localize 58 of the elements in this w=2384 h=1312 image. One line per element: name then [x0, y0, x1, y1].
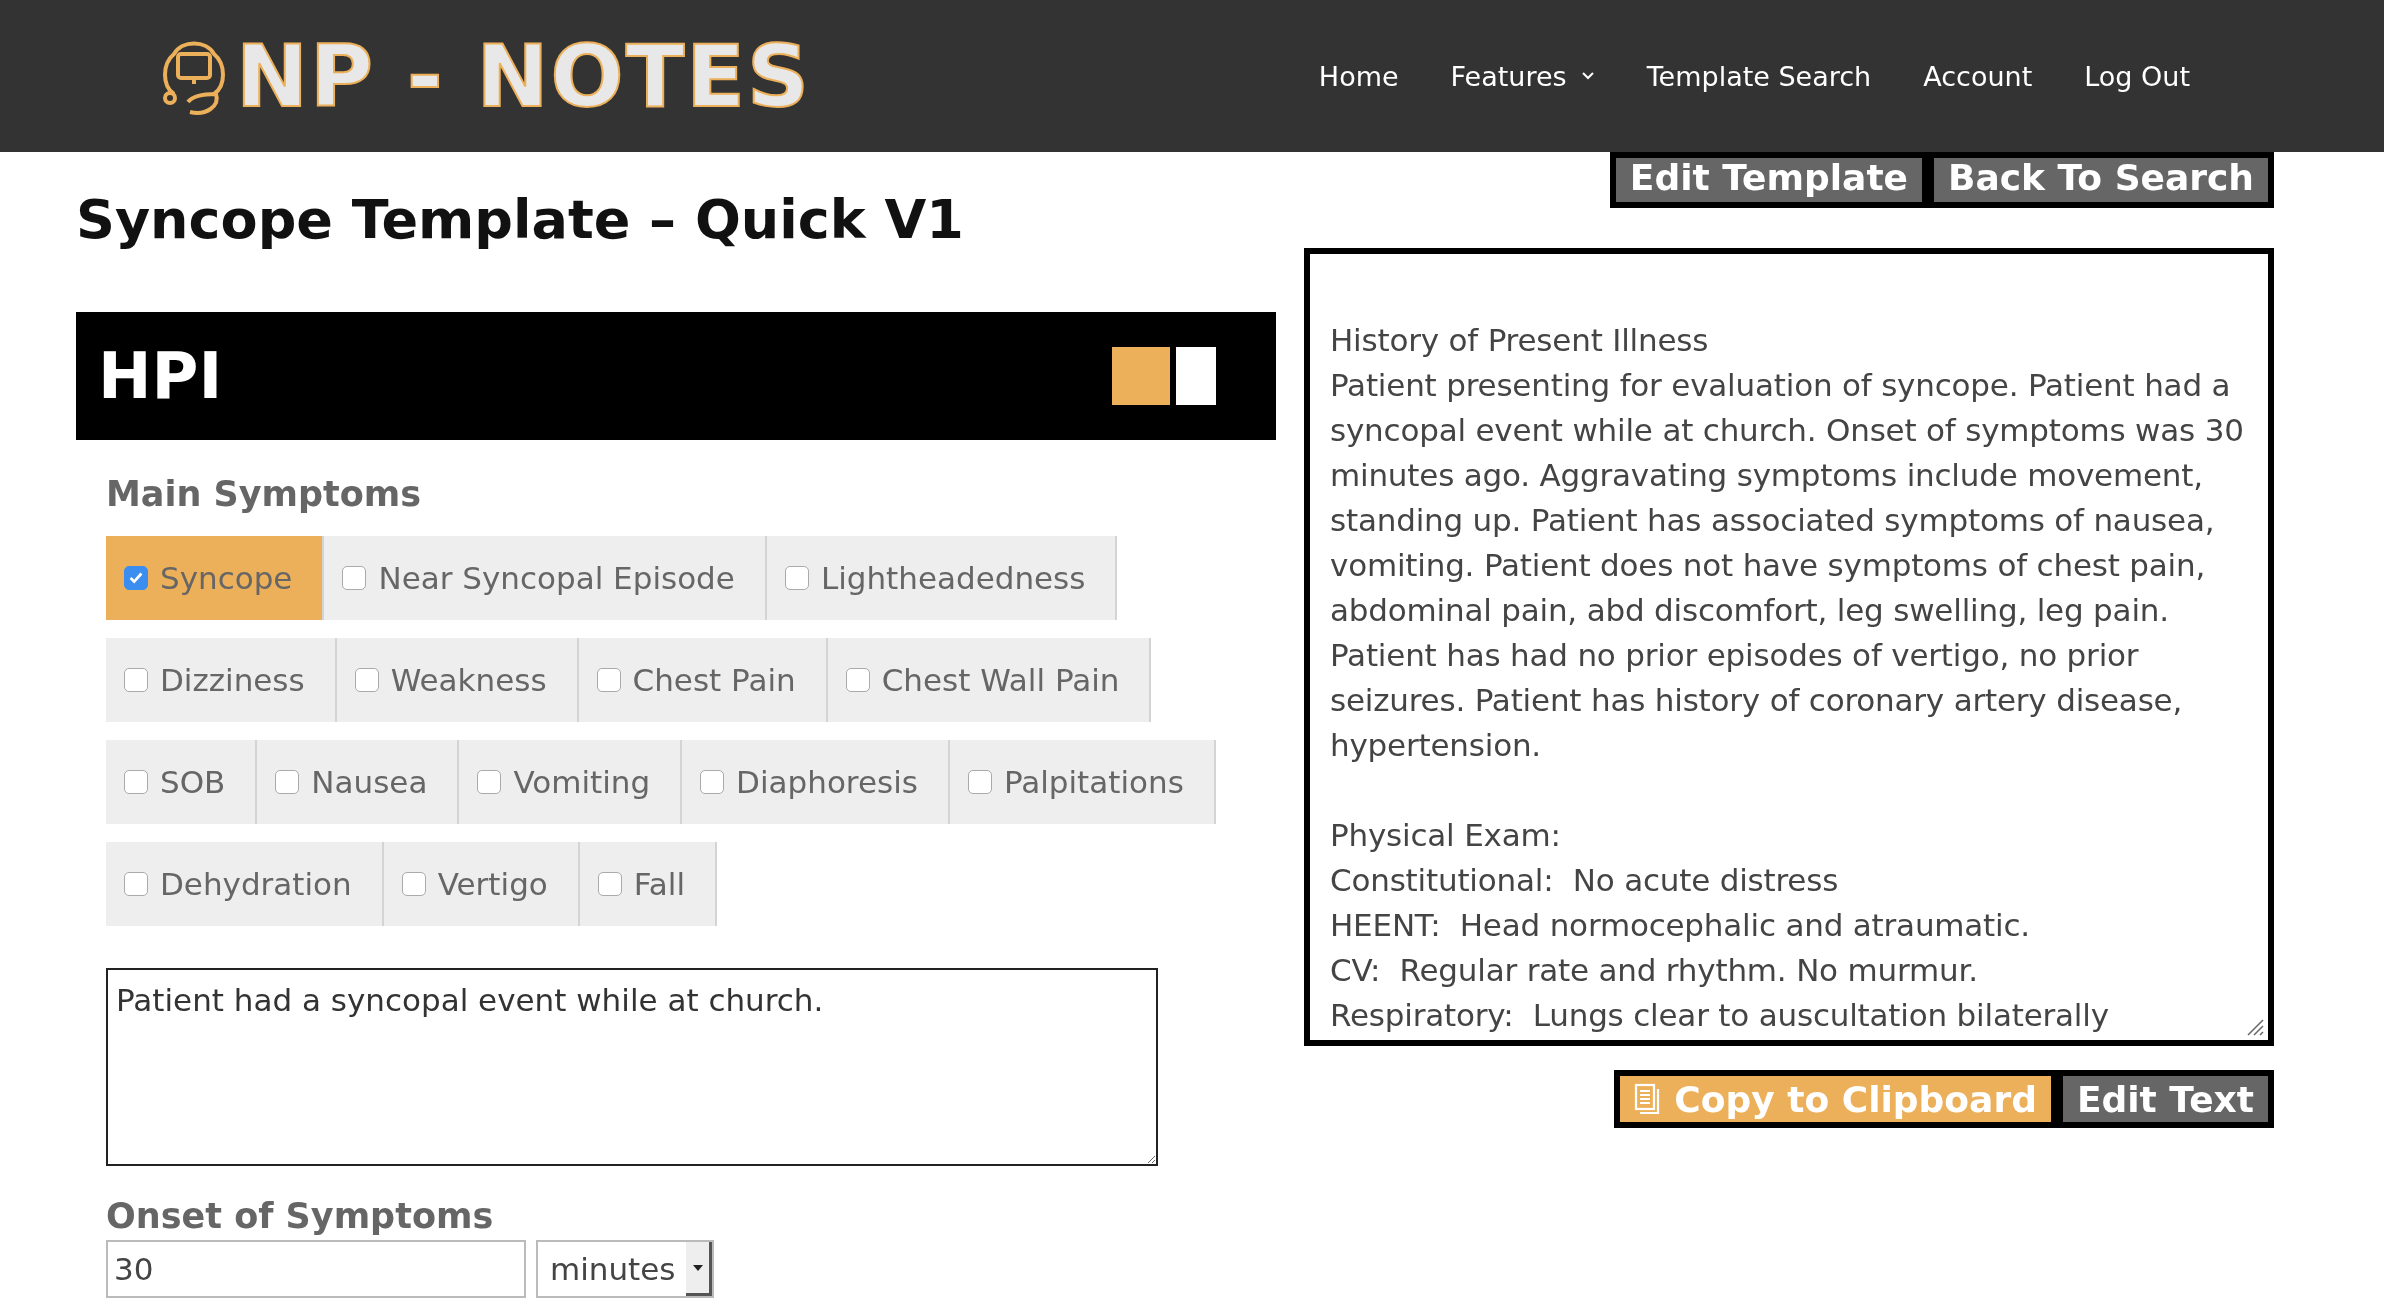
symptom-option[interactable]: Chest Pain [578, 638, 828, 722]
chevron-down-icon [1580, 71, 1595, 81]
caret-down-icon [692, 1264, 703, 1271]
note-text: HEENT: Head normocephalic and atraumatic. [1330, 906, 2031, 945]
action-button[interactable]: Edit Text [2056, 1070, 2274, 1128]
field-label: Main Symptoms [106, 474, 423, 514]
checkbox[interactable] [477, 770, 502, 794]
symptom-option[interactable]: Vomiting [459, 740, 683, 824]
onset-input-field[interactable]: 30 [106, 1240, 526, 1298]
symptom-option[interactable]: Vertigo [383, 842, 580, 926]
checkbox[interactable] [967, 770, 992, 794]
checkbox[interactable] [124, 566, 148, 590]
symptom-option[interactable]: Fall [579, 842, 717, 926]
checkbox[interactable] [596, 668, 621, 692]
checkbox[interactable] [597, 872, 622, 896]
note-text: Physical Exam: [1330, 816, 1562, 855]
symptom-option[interactable]: SOB [106, 740, 258, 824]
note-text: CV: Regular rate and rhythm. No murmur. [1330, 951, 1979, 990]
checkbox[interactable] [275, 770, 300, 794]
checkbox[interactable] [784, 566, 809, 590]
note-text: Respiratory: Lungs clear to auscultation bilaterally [1330, 996, 2110, 1035]
note-text: History of Present Illness [1330, 321, 1710, 360]
logo-wordmark[interactable]: NP - NOTES [236, 26, 811, 126]
symptom-option[interactable]: Weakness [336, 638, 579, 722]
checkbox[interactable] [124, 668, 148, 692]
note-text: Patient presenting for evaluation of syncope. Patient had a syncopal event while at church. Onset of symptoms was 30 minutes ago. Aggravating symptoms include movement, standing up. Patient has associated symptoms of nausea, vomiting. Patient does not have symptoms of chest pain, abdominal pain, abd discomfort, leg swelling, leg pain. Patient has had no prior episodes of vertigo, no prior seizures. Patient has history of coronary artery disease, hypertension. [1330, 366, 2245, 765]
checkbox[interactable] [342, 566, 367, 590]
symptom-option[interactable]: Diaphoresis [682, 740, 950, 824]
nav-link[interactable]: Features [1450, 60, 1595, 92]
nav-link[interactable]: Log Out [2084, 60, 2190, 92]
symptom-option[interactable]: Nausea [257, 740, 460, 824]
symptom-option[interactable]: Palpitations [949, 740, 1216, 824]
symptom-option[interactable]: Near Syncopal Episode [324, 536, 767, 620]
nav-link[interactable]: Template Search [1646, 60, 1872, 92]
nav-link[interactable]: Account [1923, 60, 2033, 92]
checkbox[interactable] [354, 668, 379, 692]
section-title: HPI [98, 339, 223, 413]
unit-dropdown[interactable]: minutes [536, 1240, 714, 1298]
note-text: Constitutional: No acute distress [1330, 861, 1840, 900]
checkbox[interactable] [124, 770, 148, 794]
field-label: Onset of Symptoms [106, 1196, 495, 1236]
header-button[interactable]: Back To Search [1928, 152, 2274, 208]
checkbox[interactable] [700, 770, 725, 794]
nav-link[interactable]: Home [1318, 60, 1399, 92]
checkbox[interactable] [401, 872, 426, 896]
header-button[interactable]: Edit Template [1609, 152, 1929, 208]
generated-note-panel[interactable] [1304, 248, 2274, 1046]
layout-toggle-icon[interactable] [1112, 347, 1216, 405]
page-title: Syncope Template – Quick V1 [76, 188, 965, 253]
symptom-option[interactable]: Dizziness [106, 638, 337, 722]
symptom-option[interactable]: Chest Wall Pain [827, 638, 1152, 722]
symptom-option[interactable]: Syncope [106, 536, 325, 620]
checkbox[interactable] [124, 872, 148, 896]
symptom-option[interactable]: Dehydration [106, 842, 384, 926]
checkbox[interactable] [845, 668, 870, 692]
document-icon [1634, 1083, 1661, 1115]
symptom-option[interactable]: Lightheadedness [766, 536, 1118, 620]
note-text-area[interactable]: Patient had a syncopal event while at church. [106, 968, 1158, 1166]
